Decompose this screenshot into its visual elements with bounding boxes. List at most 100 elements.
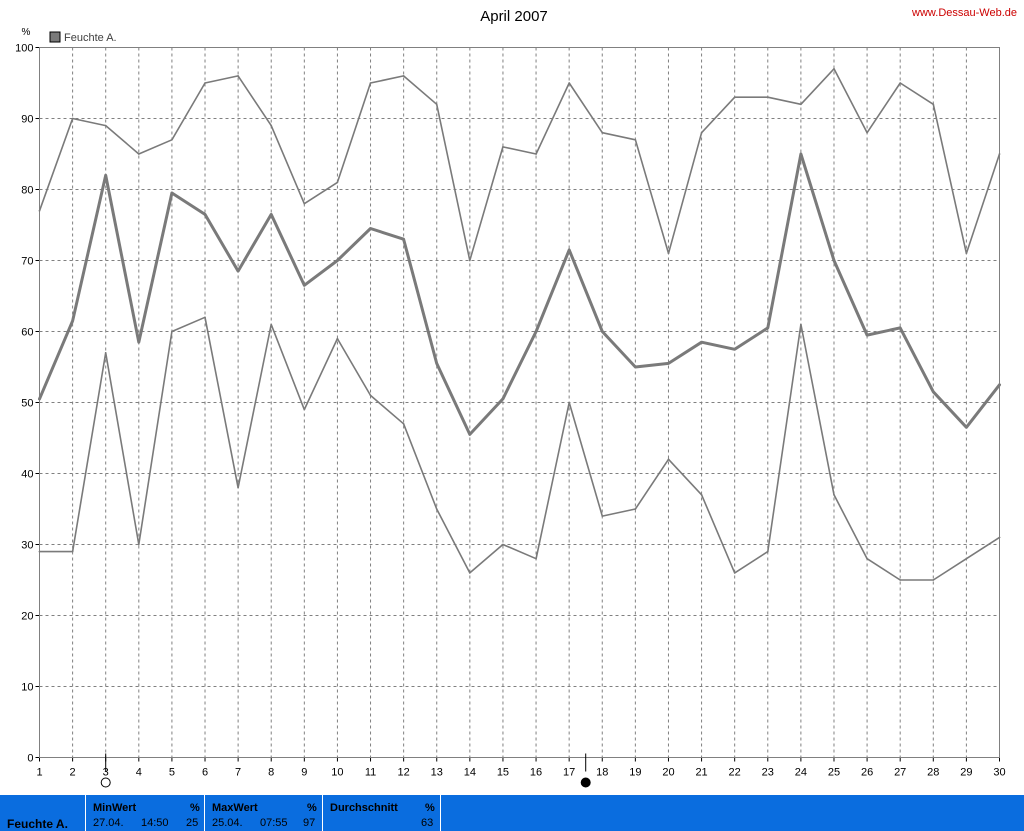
data-point-min bbox=[204, 316, 206, 319]
data-point-min bbox=[237, 486, 239, 489]
max-unit: % bbox=[307, 802, 317, 814]
series-group bbox=[38, 68, 1001, 581]
data-point-min bbox=[667, 458, 670, 461]
data-point-min bbox=[270, 323, 273, 326]
x-tick-label: 28 bbox=[927, 767, 939, 779]
chart-title: April 2007 bbox=[480, 8, 548, 25]
data-point-min bbox=[700, 494, 703, 496]
data-point-max bbox=[601, 131, 604, 134]
x-tick-label: 23 bbox=[762, 767, 774, 779]
x-tick-label: 21 bbox=[695, 767, 707, 779]
data-point-min bbox=[634, 508, 637, 510]
data-point-min bbox=[38, 550, 41, 553]
x-tick-label: 1 bbox=[36, 767, 42, 779]
min-time: 14:50 bbox=[141, 817, 169, 829]
y-tick-label: 40 bbox=[21, 469, 33, 481]
data-point-min bbox=[336, 337, 339, 340]
max-date: 25.04. bbox=[212, 817, 243, 829]
avg-label: Durchschnitt bbox=[330, 802, 398, 814]
data-point-max bbox=[502, 146, 504, 148]
x-tick-label: 25 bbox=[828, 767, 840, 779]
series-name: Feuchte A. bbox=[7, 817, 68, 831]
x-tick-label: 15 bbox=[497, 767, 509, 779]
data-point-max bbox=[998, 153, 1001, 155]
series-line-min bbox=[38, 316, 1001, 581]
min-label: MinWert bbox=[93, 802, 137, 814]
data-point-min bbox=[932, 579, 935, 581]
data-point-max bbox=[336, 181, 339, 184]
data-point-max bbox=[866, 131, 868, 134]
data-point-mean bbox=[303, 284, 306, 287]
data-point-mean bbox=[932, 391, 935, 393]
data-point-min bbox=[767, 550, 769, 553]
x-tick-label: 4 bbox=[136, 767, 142, 779]
data-point-min bbox=[171, 330, 173, 333]
data-point-max bbox=[767, 96, 769, 98]
y-unit-label: % bbox=[22, 27, 31, 38]
x-tick-label: 18 bbox=[596, 767, 608, 779]
data-point-mean bbox=[667, 362, 670, 365]
data-point-min bbox=[800, 323, 802, 326]
x-tick-label: 16 bbox=[530, 767, 542, 779]
data-point-mean bbox=[502, 398, 504, 400]
data-point-mean bbox=[469, 433, 471, 436]
data-point-mean bbox=[336, 259, 339, 262]
x-tick-label: 8 bbox=[268, 767, 274, 779]
data-point-min bbox=[435, 508, 438, 510]
new-moon-icon bbox=[580, 777, 591, 788]
data-point-max bbox=[932, 103, 935, 106]
y-tick-label: 60 bbox=[21, 327, 33, 339]
y-tick-label: 0 bbox=[27, 753, 33, 765]
data-point-min bbox=[568, 401, 570, 404]
data-point-min bbox=[303, 408, 306, 411]
data-point-max bbox=[402, 75, 405, 77]
data-point-min bbox=[138, 543, 140, 546]
data-point-min bbox=[866, 557, 868, 560]
data-point-mean bbox=[71, 320, 74, 322]
max-time: 07:55 bbox=[260, 817, 288, 829]
data-point-max bbox=[634, 139, 637, 141]
data-point-mean bbox=[270, 213, 273, 216]
data-point-max bbox=[800, 103, 802, 106]
y-tick-label: 80 bbox=[21, 185, 33, 197]
legend-label: Feuchte A. bbox=[64, 32, 117, 44]
data-point-max bbox=[965, 252, 968, 255]
legend: Feuchte A. bbox=[49, 31, 117, 44]
y-tick-label: 20 bbox=[21, 611, 33, 623]
data-point-max bbox=[71, 117, 74, 120]
data-point-mean bbox=[899, 327, 901, 329]
site-link[interactable]: www.Dessau-Web.de bbox=[911, 7, 1017, 19]
series-line-mean bbox=[38, 152, 1001, 436]
data-point-mean bbox=[435, 362, 438, 365]
x-tick-label: 17 bbox=[563, 767, 575, 779]
x-tick-label: 20 bbox=[662, 767, 674, 779]
series-line-max bbox=[38, 68, 1001, 262]
data-point-mean bbox=[104, 174, 107, 177]
x-tick-label: 30 bbox=[993, 767, 1005, 779]
data-point-mean bbox=[369, 227, 372, 230]
data-point-max bbox=[171, 139, 173, 141]
x-tick-label: 2 bbox=[70, 767, 76, 779]
data-point-max bbox=[104, 124, 107, 127]
min-unit: % bbox=[190, 802, 200, 814]
x-axis-ticks: 1 2 3 4 5 6 7 8 9 10 11 12 13 14 15 16 17 18 19 20 21 22 23 24 2… bbox=[36, 757, 1006, 779]
series-name-cell: Feuchte A. bbox=[0, 795, 86, 831]
avg-cell: Durchschnitt % 63 bbox=[323, 795, 441, 831]
x-tick-label: 29 bbox=[960, 767, 972, 779]
data-point-min bbox=[71, 550, 74, 553]
x-tick-label: 9 bbox=[301, 767, 307, 779]
x-tick-label: 7 bbox=[235, 767, 241, 779]
data-point-min bbox=[369, 394, 372, 397]
x-tick-label: 12 bbox=[398, 767, 410, 779]
data-point-mean bbox=[568, 249, 570, 251]
data-point-max bbox=[303, 202, 306, 205]
min-date: 27.04. bbox=[93, 817, 124, 829]
x-tick-label: 24 bbox=[795, 767, 807, 779]
full-moon-icon bbox=[100, 777, 111, 788]
avg-unit: % bbox=[425, 802, 435, 814]
y-tick-label: 50 bbox=[21, 398, 33, 410]
grid bbox=[39, 47, 1000, 758]
y-tick-label: 30 bbox=[21, 540, 33, 552]
data-point-min bbox=[104, 352, 107, 354]
data-point-max bbox=[535, 153, 537, 155]
